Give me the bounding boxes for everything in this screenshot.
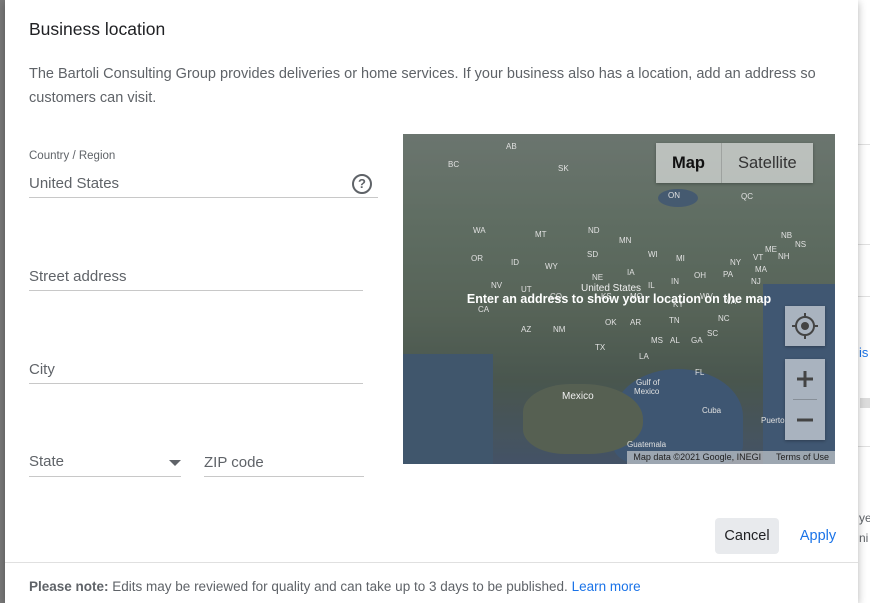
background-divider (858, 144, 870, 145)
plus-icon (797, 371, 813, 387)
map-label: IN (671, 277, 679, 286)
map-data-attribution: Map data ©2021 Google, INEGI (633, 452, 762, 462)
background-text-fragment: ni (859, 531, 869, 545)
country-underline (29, 197, 378, 198)
country-label: Country / Region (29, 150, 116, 162)
map-label: Guatemala (627, 440, 667, 449)
state-placeholder: State (29, 453, 65, 470)
map-label: NV (491, 281, 503, 290)
crosshair-icon (792, 313, 818, 339)
background-divider (858, 296, 870, 297)
footer-divider (5, 562, 858, 563)
map-label: SD (587, 250, 599, 259)
cancel-button[interactable]: Cancel (715, 518, 779, 554)
background-divider (858, 244, 870, 245)
map-label: MS (651, 336, 663, 345)
apply-button[interactable]: Apply (793, 518, 843, 554)
background-divider (858, 446, 870, 447)
map-label: AL (670, 336, 680, 345)
map-label: NH (778, 252, 790, 261)
map-type-toggle: Map Satellite (656, 143, 813, 183)
learn-more-link[interactable]: Learn more (572, 579, 641, 594)
map-label: NY (730, 258, 742, 267)
footer-note-label: Please note: (29, 579, 109, 594)
country-value: United States (29, 175, 120, 192)
background-text-fragment: ye (859, 511, 870, 525)
zoom-controls (785, 359, 825, 440)
map-label: NS (795, 240, 807, 249)
map-label: WI (648, 250, 658, 259)
help-icon[interactable]: ? (352, 174, 372, 194)
zip-code-underline (204, 476, 364, 477)
map-label: AB (506, 142, 517, 151)
map-label: WY (545, 262, 558, 271)
map-label: AR (630, 318, 642, 327)
map-label: BC (448, 160, 460, 169)
city-underline (29, 383, 363, 384)
map-label: FL (695, 368, 705, 377)
zoom-out-button[interactable] (785, 400, 825, 440)
chevron-down-icon (169, 460, 181, 466)
footer-note-text: Edits may be reviewed for quality and ca… (108, 579, 572, 594)
background-link-fragment: is (859, 345, 869, 360)
map-empty-message: Enter an address to show your location o… (466, 292, 772, 306)
map-label: NM (553, 325, 566, 334)
map-label: Mexico (634, 387, 660, 396)
dialog-description: The Bartoli Consulting Group provides de… (29, 66, 816, 106)
map-label: NC (718, 314, 730, 323)
map-label: NE (592, 273, 604, 282)
terms-of-use-link[interactable]: Terms of Use (776, 452, 829, 462)
map-label: OH (694, 271, 706, 280)
map-label: OR (471, 254, 483, 263)
dialog-title: Business location (29, 19, 166, 39)
map-label: Puerto (761, 416, 785, 425)
map-label: ME (765, 245, 777, 254)
map-label: SC (707, 329, 719, 338)
map-label: TX (595, 343, 606, 352)
street-address-underline (29, 290, 363, 291)
map-label: PA (723, 270, 734, 279)
background-bar (860, 398, 870, 408)
map-label: IA (627, 268, 635, 277)
map-label: Mexico (562, 391, 594, 402)
map-attribution: Map data ©2021 Google, INEGI Terms of Us… (627, 451, 835, 464)
map-label: NB (781, 231, 793, 240)
map-label: ID (511, 258, 519, 267)
map-label: Gulf of (636, 378, 660, 387)
map-label: TN (669, 316, 680, 325)
map-label: NJ (751, 277, 761, 286)
location-map[interactable]: AB SK BC ON QC NB NS ND MN MT WA SD ME V… (403, 134, 835, 464)
map-label: SK (558, 164, 569, 173)
map-label: GA (691, 336, 703, 345)
state-underline (29, 476, 181, 477)
my-location-button[interactable] (785, 306, 825, 346)
minus-icon (797, 418, 813, 422)
map-type-map-button[interactable]: Map (656, 143, 721, 183)
map-label: OK (605, 318, 617, 327)
map-label: LA (639, 352, 649, 361)
map-label: IL (648, 281, 655, 290)
zip-code-placeholder: ZIP code (204, 454, 264, 471)
map-label: ON (668, 191, 680, 200)
map-label: ND (588, 226, 600, 235)
map-label: MT (535, 230, 547, 239)
map-label: VT (753, 253, 764, 262)
street-address-placeholder: Street address (29, 268, 127, 285)
map-label: AZ (521, 325, 532, 334)
map-label: MI (676, 254, 685, 263)
map-label: MN (619, 236, 632, 245)
business-location-dialog: Business location The Bartoli Consulting… (5, 0, 858, 603)
footer-note: Please note: Edits may be reviewed for q… (29, 579, 641, 594)
map-label: CA (478, 305, 490, 314)
map-label: QC (741, 192, 753, 201)
zoom-in-button[interactable] (785, 359, 825, 399)
map-label: Cuba (702, 406, 722, 415)
map-label: WA (473, 226, 486, 235)
map-label: MA (755, 265, 767, 274)
city-placeholder: City (29, 361, 55, 378)
map-type-satellite-button[interactable]: Satellite (722, 143, 813, 183)
